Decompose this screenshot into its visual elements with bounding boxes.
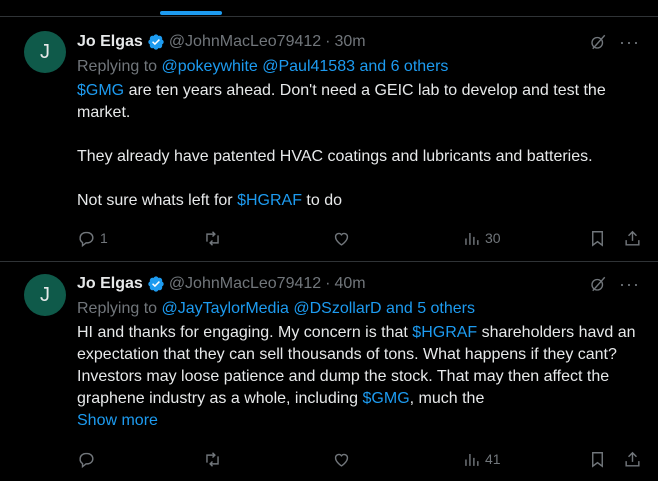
views-icon [465,453,479,466]
reply-count: 1 [100,230,108,246]
like-icon [334,453,349,467]
avatar-letter: J [40,283,50,306]
tweet-time[interactable]: 40m [335,275,366,293]
avatar-letter: J [40,40,50,63]
like-button[interactable] [332,229,355,248]
reply-button[interactable] [77,450,100,469]
tweet-text-line: They already have patented HVAC coatings… [77,148,593,165]
tweet-header: Jo Elgas @JohnMacLeo79412 · 30m [77,32,640,52]
tweet-text: HI and thanks for engaging. My concern i… [77,322,640,410]
author-handle[interactable]: @JohnMacLeo79412 [169,275,321,293]
view-count: 41 [485,451,501,467]
retweet-icon [206,230,219,246]
author-name[interactable]: Jo Elgas [77,33,143,51]
verified-badge-icon [148,276,164,292]
verified-badge-icon [148,34,164,50]
share-icon [625,230,640,246]
tweet[interactable]: J Jo Elgas @JohnMacLeo79412 · 30m ··· Re… [0,16,658,262]
separator-dot: · [325,275,331,292]
views-button[interactable]: 30 [462,229,501,248]
tweet-text: $GMG are ten years ahead. Don't need a G… [77,80,640,212]
view-count: 30 [485,230,501,246]
replying-to: Replying to @JayTaylorMedia @DSzollarD a… [77,298,640,320]
tweet-time[interactable]: 30m [335,33,366,51]
bookmark-button[interactable] [588,229,607,248]
bookmark-button[interactable] [588,450,607,469]
tweet-text-line: to do [301,192,342,209]
tweet-actions: 1 30 [77,227,644,249]
tweet-top-actions: ··· [589,274,640,294]
replying-to-links[interactable]: @JayTaylorMedia @DSzollarD and 5 others [162,300,476,317]
more-icon[interactable]: ··· [619,33,640,51]
tweet-content: Jo Elgas @JohnMacLeo79412 · 40m ··· Repl… [77,274,640,432]
more-icon[interactable]: ··· [619,275,640,293]
retweet-icon [206,451,219,467]
reply-icon [79,231,94,247]
tweet-text-line: are ten years ahead. Don't need a GEIC l… [77,82,606,121]
share-icon [625,451,640,467]
tweet-text-line: , much the [409,390,485,407]
show-more-link[interactable]: Show more [77,410,640,432]
tweet-text-line: Not sure whats left for [77,192,238,209]
grok-icon[interactable] [589,275,607,293]
avatar[interactable]: J [24,274,66,316]
tweet-top-actions: ··· [589,32,640,52]
grok-icon[interactable] [589,33,607,51]
cashtag-link[interactable]: $GMG [77,82,124,99]
tweet-text-line: HI and thanks for engaging. My concern i… [77,324,413,341]
replying-to-links[interactable]: @pokeywhite @Paul41583 and 6 others [162,58,449,75]
replying-to: Replying to @pokeywhite @Paul41583 and 6… [77,56,640,78]
reply-icon [79,452,94,468]
avatar[interactable]: J [24,31,66,73]
share-button[interactable] [623,450,642,469]
replying-to-label: Replying to [77,58,158,75]
views-button[interactable]: 41 [462,450,501,469]
author-handle[interactable]: @JohnMacLeo79412 [169,33,321,51]
separator-dot: · [325,33,331,50]
tweet-actions: 41 [77,448,644,470]
bookmark-icon [592,451,603,468]
tweet-header: Jo Elgas @JohnMacLeo79412 · 40m [77,274,640,294]
replying-to-label: Replying to [77,300,158,317]
cashtag-link[interactable]: $HGRAF [412,324,477,341]
cashtag-link[interactable]: $GMG [363,390,410,407]
retweet-button[interactable] [203,229,226,248]
share-button[interactable] [623,229,642,248]
tweet-content: Jo Elgas @JohnMacLeo79412 · 30m ··· Repl… [77,32,640,212]
tweet[interactable]: J Jo Elgas @JohnMacLeo79412 · 40m ··· Re… [0,262,658,481]
retweet-button[interactable] [203,450,226,469]
reply-button[interactable]: 1 [77,229,108,248]
like-button[interactable] [332,450,355,469]
active-tab-indicator [160,11,222,15]
author-name[interactable]: Jo Elgas [77,275,143,293]
bookmark-icon [592,230,603,247]
views-icon [465,232,479,245]
like-icon [334,232,349,246]
cashtag-link[interactable]: $HGRAF [237,192,302,209]
